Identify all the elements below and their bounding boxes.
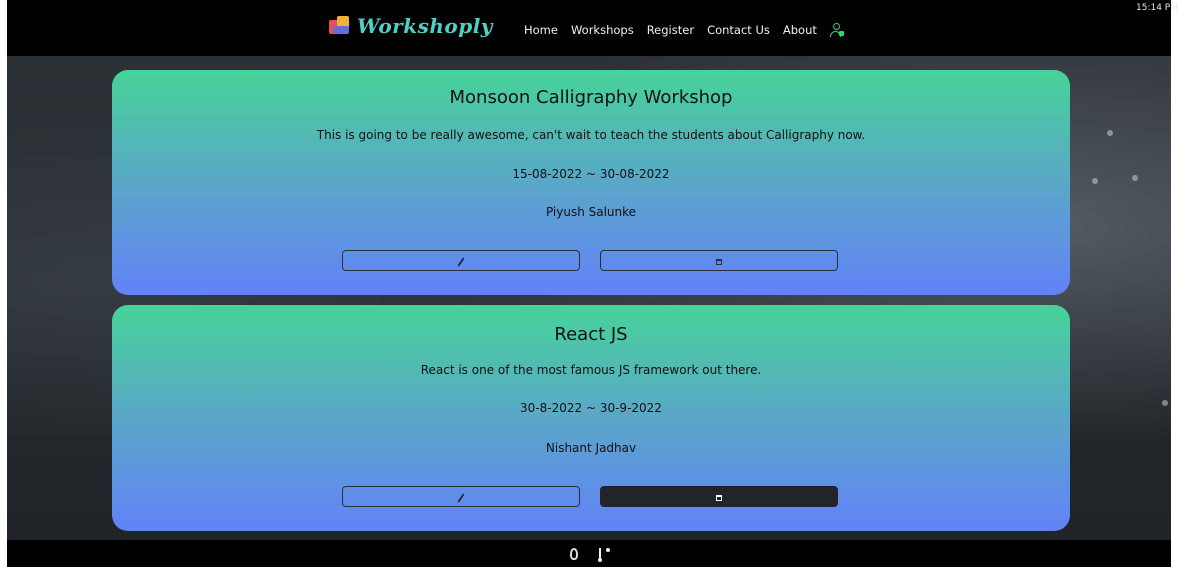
navbar: Workshoply Home Workshops Register Conta…	[7, 0, 1171, 56]
user-lock-icon[interactable]	[829, 23, 844, 37]
workshop-card: React JS React is one of the most famous…	[112, 305, 1070, 531]
delete-button[interactable]	[600, 250, 838, 271]
kaggle-icon[interactable]	[566, 546, 582, 562]
nav-link-contact-us[interactable]: Contact Us	[707, 23, 770, 37]
edit-button[interactable]	[342, 250, 580, 271]
workshop-title: Monsoon Calligraphy Workshop	[449, 87, 733, 108]
background-spark	[1092, 178, 1098, 184]
workshop-author: Nishant Jadhav	[545, 441, 637, 455]
brand-name[interactable]: Workshoply	[357, 14, 493, 38]
workshop-dates: 15-08-2022 ~ 30-08-2022	[512, 167, 670, 181]
workshop-dates: 30-8-2022 ~ 30-9-2022	[520, 401, 662, 415]
app-frame: Workshoply Home Workshops Register Conta…	[7, 0, 1171, 567]
nav-link-workshops[interactable]: Workshops	[571, 23, 634, 37]
edit-button[interactable]	[342, 486, 580, 507]
brand-logo-icon	[329, 16, 351, 36]
nav-links: Home Workshops Register Contact Us About	[524, 23, 844, 37]
pencil-icon	[457, 257, 465, 267]
nav-link-about[interactable]: About	[783, 23, 817, 37]
workshop-description: This is going to be really awesome, can'…	[316, 128, 866, 142]
workshop-card: Monsoon Calligraphy Workshop This is goi…	[112, 70, 1070, 295]
trash-icon	[716, 259, 722, 265]
trash-icon	[716, 495, 722, 501]
brand[interactable]: Workshoply	[329, 14, 493, 38]
background-spark	[1107, 130, 1113, 136]
git-branch-icon[interactable]	[596, 546, 612, 562]
workshop-description: React is one of the most famous JS frame…	[420, 363, 762, 377]
workshop-author: Piyush Salunke	[545, 205, 637, 219]
nav-link-home[interactable]: Home	[524, 23, 558, 37]
footer	[7, 540, 1171, 567]
background-spark	[1162, 400, 1168, 406]
pencil-icon	[457, 493, 465, 503]
system-clock: 15:14 PM	[1136, 3, 1178, 13]
background-spark	[1132, 175, 1138, 181]
delete-button[interactable]	[600, 486, 838, 507]
nav-link-register[interactable]: Register	[647, 23, 694, 37]
workshop-title: React JS	[554, 324, 628, 345]
